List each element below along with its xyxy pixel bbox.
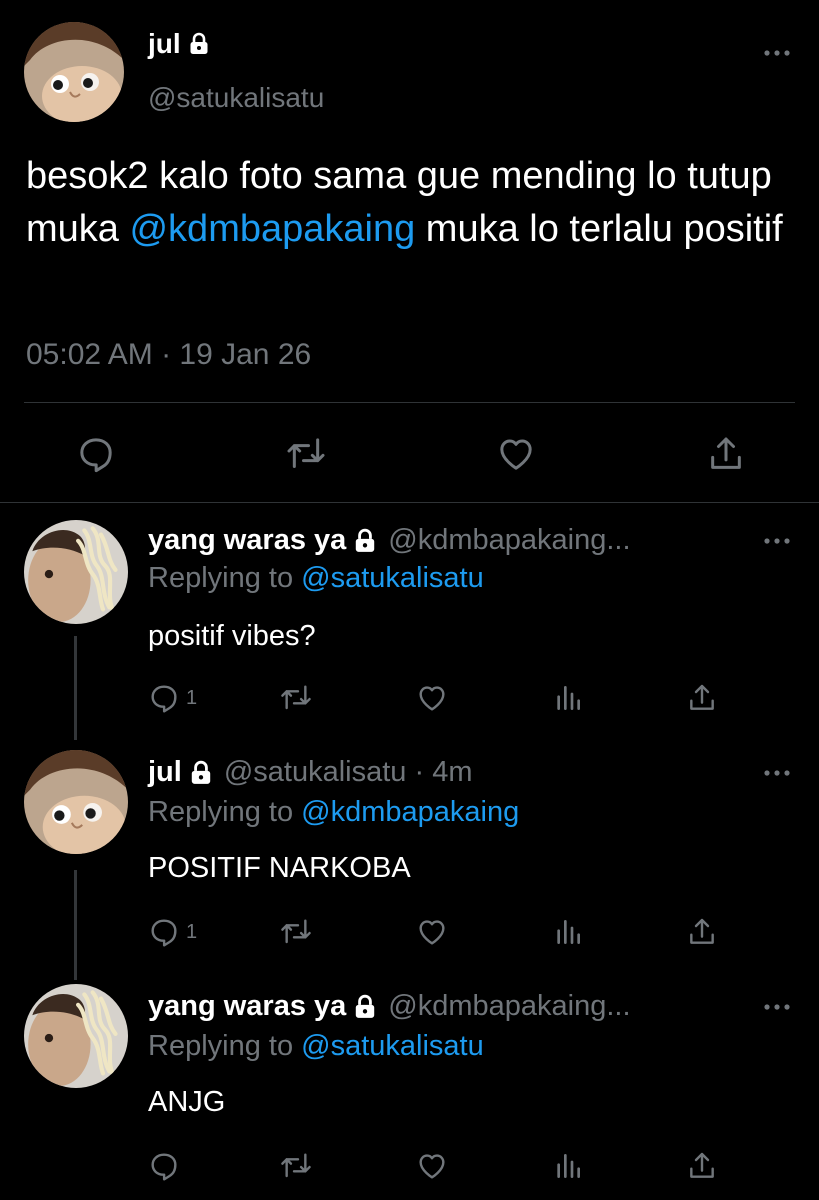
author-handle[interactable]: @satukalisatu · 4m	[224, 756, 473, 789]
divider	[24, 402, 795, 403]
author-name[interactable]: jul	[148, 756, 182, 789]
retweet-icon[interactable]	[280, 916, 312, 948]
reply-text: ANJG	[148, 1086, 226, 1118]
analytics-icon[interactable]	[552, 682, 584, 714]
mention-link[interactable]: @satukalisatu	[301, 562, 484, 594]
heart-icon[interactable]	[496, 434, 536, 474]
heart-icon[interactable]	[416, 682, 448, 714]
avatar-image	[24, 984, 128, 1088]
mention-link[interactable]: @kdmbapakaing	[301, 796, 519, 828]
author-name[interactable]: yang waras ya	[148, 524, 346, 557]
lock-icon	[188, 760, 214, 786]
author-name-row[interactable]: jul	[148, 28, 211, 60]
mention-link[interactable]: @kdmbapakaing	[129, 208, 415, 250]
avatar-image	[24, 750, 128, 854]
more-icon[interactable]	[762, 1002, 792, 1012]
reply-tweet[interactable]: jul @satukalisatu · 4m Replying to @kdmb…	[0, 736, 819, 970]
lock-icon	[352, 994, 378, 1020]
replying-to-label: Replying to	[148, 1030, 302, 1062]
avatar[interactable]	[24, 984, 128, 1088]
tweet-text-part: muka lo terlalu positif	[415, 208, 783, 250]
reply-text: POSITIF NARKOBA	[148, 852, 411, 884]
author-handle[interactable]: @kdmbapakaing...	[388, 524, 630, 557]
reply-tweet[interactable]: yang waras ya @kdmbapakaing... Replying …	[0, 502, 819, 736]
lock-icon	[352, 528, 378, 554]
analytics-icon[interactable]	[552, 1150, 584, 1182]
retweet-icon[interactable]	[280, 1150, 312, 1182]
reply-icon[interactable]	[76, 434, 116, 474]
replying-to: Replying to @kdmbapakaing	[148, 796, 519, 829]
share-icon[interactable]	[686, 682, 718, 714]
more-icon[interactable]	[762, 768, 792, 778]
reply-action[interactable]: 1	[148, 916, 197, 948]
author-name[interactable]: jul	[148, 28, 181, 60]
reply-header: yang waras ya @kdmbapakaing...	[148, 524, 631, 557]
reply-count: 1	[186, 686, 198, 709]
share-icon[interactable]	[706, 434, 746, 474]
reply-text: positif vibes?	[148, 620, 316, 652]
main-tweet: jul @satukalisatu besok2 kalo foto sama …	[0, 0, 819, 503]
author-name[interactable]: yang waras ya	[148, 990, 346, 1023]
reply-icon[interactable]	[148, 916, 180, 948]
author-handle[interactable]: @satukalisatu	[148, 82, 324, 114]
tweet-text: besok2 kalo foto sama gue mending lo tut…	[26, 150, 806, 256]
replying-to-label: Replying to	[148, 796, 302, 828]
share-icon[interactable]	[686, 916, 718, 948]
retweet-icon[interactable]	[286, 434, 326, 474]
lock-icon	[187, 32, 211, 56]
reply-action[interactable]	[148, 1150, 186, 1182]
heart-icon[interactable]	[416, 916, 448, 948]
avatar[interactable]	[24, 22, 124, 122]
analytics-icon[interactable]	[552, 916, 584, 948]
avatar-image	[24, 520, 128, 624]
more-icon[interactable]	[762, 48, 792, 58]
reply-icon[interactable]	[148, 682, 180, 714]
reply-header: yang waras ya @kdmbapakaing...	[148, 990, 631, 1023]
reply-tweet[interactable]: yang waras ya @kdmbapakaing... Replying …	[0, 970, 819, 1200]
retweet-icon[interactable]	[280, 682, 312, 714]
share-icon[interactable]	[686, 1150, 718, 1182]
reply-count: 1	[186, 920, 198, 943]
author-handle[interactable]: @kdmbapakaing...	[388, 990, 630, 1023]
reply-header: jul @satukalisatu · 4m	[148, 756, 472, 789]
replying-to-label: Replying to	[148, 562, 302, 594]
heart-icon[interactable]	[416, 1150, 448, 1182]
more-icon[interactable]	[762, 536, 792, 546]
replying-to: Replying to @satukalisatu	[148, 562, 484, 595]
avatar[interactable]	[24, 520, 128, 624]
mention-link[interactable]: @satukalisatu	[301, 1030, 484, 1062]
reply-icon[interactable]	[148, 1150, 180, 1182]
tweet-timestamp[interactable]: 05:02 AM · 19 Jan 26	[26, 338, 311, 372]
replying-to: Replying to @satukalisatu	[148, 1030, 484, 1063]
avatar[interactable]	[24, 750, 128, 854]
reply-action[interactable]: 1	[148, 682, 197, 714]
avatar-image	[24, 22, 124, 122]
